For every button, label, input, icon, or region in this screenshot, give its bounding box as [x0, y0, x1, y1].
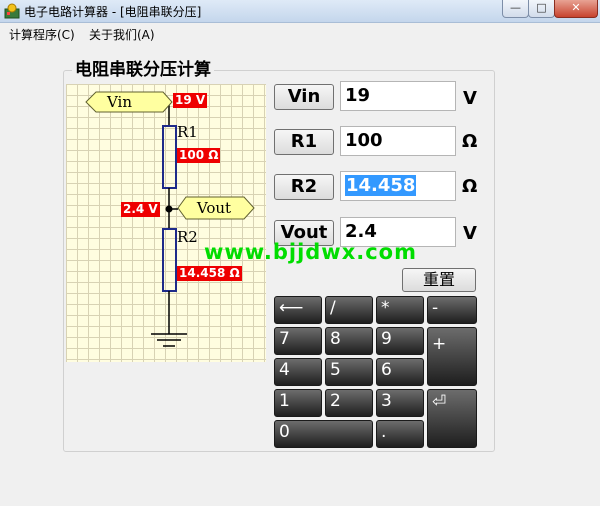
- r2-label: R2: [177, 228, 198, 246]
- r2-selected-text: 14.458: [345, 175, 417, 196]
- vin-sign-label: Vin: [106, 93, 133, 111]
- maximize-button[interactable]: □: [528, 0, 555, 18]
- r2-resistor: [162, 228, 177, 292]
- r1-button[interactable]: R1: [274, 129, 334, 155]
- r2-value-label: 14.458 Ω: [177, 266, 242, 281]
- multiply-key[interactable]: *: [376, 296, 424, 324]
- r2-button[interactable]: R2: [274, 174, 334, 200]
- vin-unit: V: [463, 88, 477, 109]
- close-button[interactable]: ✕: [554, 0, 598, 18]
- r1-label: R1: [177, 123, 198, 141]
- menu-about-us[interactable]: 关于我们(A): [89, 26, 155, 43]
- vout-value-label: 2.4 V: [121, 202, 160, 217]
- vin-value-label: 19 V: [173, 93, 208, 108]
- panel-title: 电阻串联分压计算: [72, 55, 214, 80]
- key-1[interactable]: 1: [274, 389, 322, 417]
- app-icon: [4, 3, 20, 19]
- backspace-key[interactable]: ⟵: [274, 296, 322, 324]
- vin-field[interactable]: 19: [340, 81, 456, 111]
- plus-key[interactable]: +: [427, 327, 477, 386]
- reset-button[interactable]: 重置: [402, 268, 476, 292]
- r2-unit: Ω: [462, 176, 478, 197]
- key-2[interactable]: 2: [325, 389, 373, 417]
- vin-button[interactable]: Vin: [274, 84, 334, 110]
- title-bar: 电子电路计算器 - [电阻串联分压] — □ ✕: [0, 0, 600, 23]
- key-7[interactable]: 7: [274, 327, 322, 355]
- r1-resistor: [162, 125, 177, 189]
- r1-field[interactable]: 100: [340, 126, 456, 156]
- menu-calc-program[interactable]: 计算程序(C): [9, 26, 75, 43]
- menu-bar: 计算程序(C) 关于我们(A): [0, 23, 600, 43]
- node-dot: [165, 205, 173, 213]
- minimize-button[interactable]: —: [502, 0, 529, 18]
- key-0[interactable]: 0: [274, 420, 373, 448]
- vout-unit: V: [463, 223, 477, 244]
- key-3[interactable]: 3: [376, 389, 424, 417]
- window-title: 电子电路计算器 - [电阻串联分压]: [24, 5, 202, 19]
- key-4[interactable]: 4: [274, 358, 322, 386]
- key-6[interactable]: 6: [376, 358, 424, 386]
- r1-unit: Ω: [462, 131, 478, 152]
- decimal-key[interactable]: .: [376, 420, 424, 448]
- key-9[interactable]: 9: [376, 327, 424, 355]
- site-watermark: www.bjjdwx.com: [204, 240, 417, 264]
- r2-field[interactable]: 14.458: [340, 171, 456, 201]
- key-8[interactable]: 8: [325, 327, 373, 355]
- key-5[interactable]: 5: [325, 358, 373, 386]
- r1-value-label: 100 Ω: [177, 148, 221, 163]
- enter-key[interactable]: ⏎: [427, 389, 477, 448]
- vout-sign-label: Vout: [196, 199, 232, 217]
- voltage-divider-schematic: [85, 91, 255, 347]
- minus-key[interactable]: -: [427, 296, 477, 324]
- divide-key[interactable]: /: [325, 296, 373, 324]
